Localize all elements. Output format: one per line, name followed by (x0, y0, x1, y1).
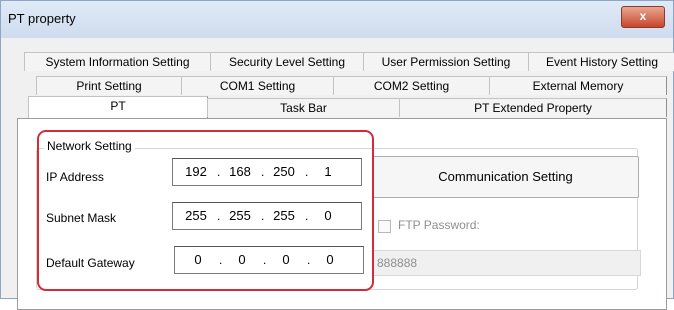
tab-task-bar[interactable]: Task Bar (207, 98, 400, 117)
tab-external-memory[interactable]: External Memory (489, 76, 667, 95)
communication-setting-button[interactable]: Communication Setting (372, 156, 639, 198)
close-icon: x (639, 9, 647, 23)
tab-pt[interactable]: PT (28, 96, 208, 119)
window-title: PT property (8, 11, 76, 26)
highlight-annotation (37, 130, 374, 291)
tab-event-history-setting[interactable]: Event History Setting (528, 52, 674, 71)
close-button[interactable]: x (621, 6, 665, 28)
titlebar: PT property x (1, 1, 673, 38)
tab-com1-setting[interactable]: COM1 Setting (181, 76, 334, 95)
tab-user-permission-setting[interactable]: User Permission Setting (363, 52, 529, 71)
ftp-password-field[interactable]: 888888 (372, 250, 641, 276)
ftp-password-label: FTP Password: (398, 218, 480, 232)
tab-system-information-setting[interactable]: System Information Setting (24, 52, 211, 71)
tab-print-setting[interactable]: Print Setting (36, 76, 182, 95)
tab-pt-extended-property[interactable]: PT Extended Property (399, 98, 667, 117)
tab-com2-setting[interactable]: COM2 Setting (333, 76, 490, 95)
tab-security-level-setting[interactable]: Security Level Setting (210, 52, 364, 71)
ftp-password-checkbox[interactable] (378, 220, 391, 233)
